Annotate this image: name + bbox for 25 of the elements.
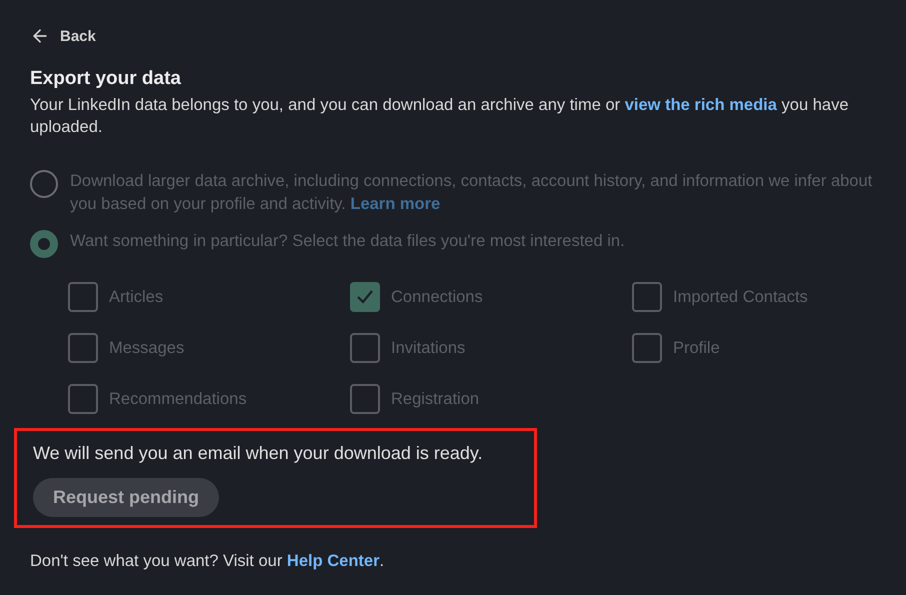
- checkbox[interactable]: [68, 333, 98, 363]
- option-text: Want something in particular? Select the data files you're most interested in.: [70, 231, 625, 252]
- checkbox[interactable]: [68, 384, 98, 414]
- file-label: Connections: [391, 288, 483, 306]
- file-label: Imported Contacts: [673, 288, 808, 306]
- intro-text: Your LinkedIn data belongs to you, and you can download an archive any time or view the rich media you have uploaded.: [30, 95, 850, 138]
- file-label: Registration: [391, 390, 480, 408]
- back-button[interactable]: Back: [30, 26, 96, 46]
- file-label: Recommendations: [109, 390, 247, 408]
- checkbox[interactable]: [350, 282, 380, 312]
- file-label: Messages: [109, 338, 184, 358]
- checkbox[interactable]: [68, 282, 98, 312]
- page-title: Export your data: [30, 68, 182, 90]
- rich-media-link[interactable]: view the rich media: [624, 96, 777, 114]
- help-center-link[interactable]: Help Center: [286, 552, 380, 570]
- option-text: Download larger data archive, including connections, contacts, account history, and information we infer about you based on your profile and activity. Learn more: [70, 171, 874, 215]
- checkbox[interactable]: [350, 333, 380, 363]
- file-label: Invitations: [391, 338, 466, 358]
- notice-message: We will send you an email when your download is ready.: [33, 443, 484, 464]
- checkbox[interactable]: [632, 282, 662, 312]
- help-text: Don't see what you want? Visit our Help Center.: [30, 552, 386, 571]
- file-label: Profile: [673, 338, 720, 358]
- checkbox[interactable]: [350, 384, 380, 414]
- checkbox[interactable]: [632, 333, 662, 363]
- file-label: Articles: [109, 288, 164, 306]
